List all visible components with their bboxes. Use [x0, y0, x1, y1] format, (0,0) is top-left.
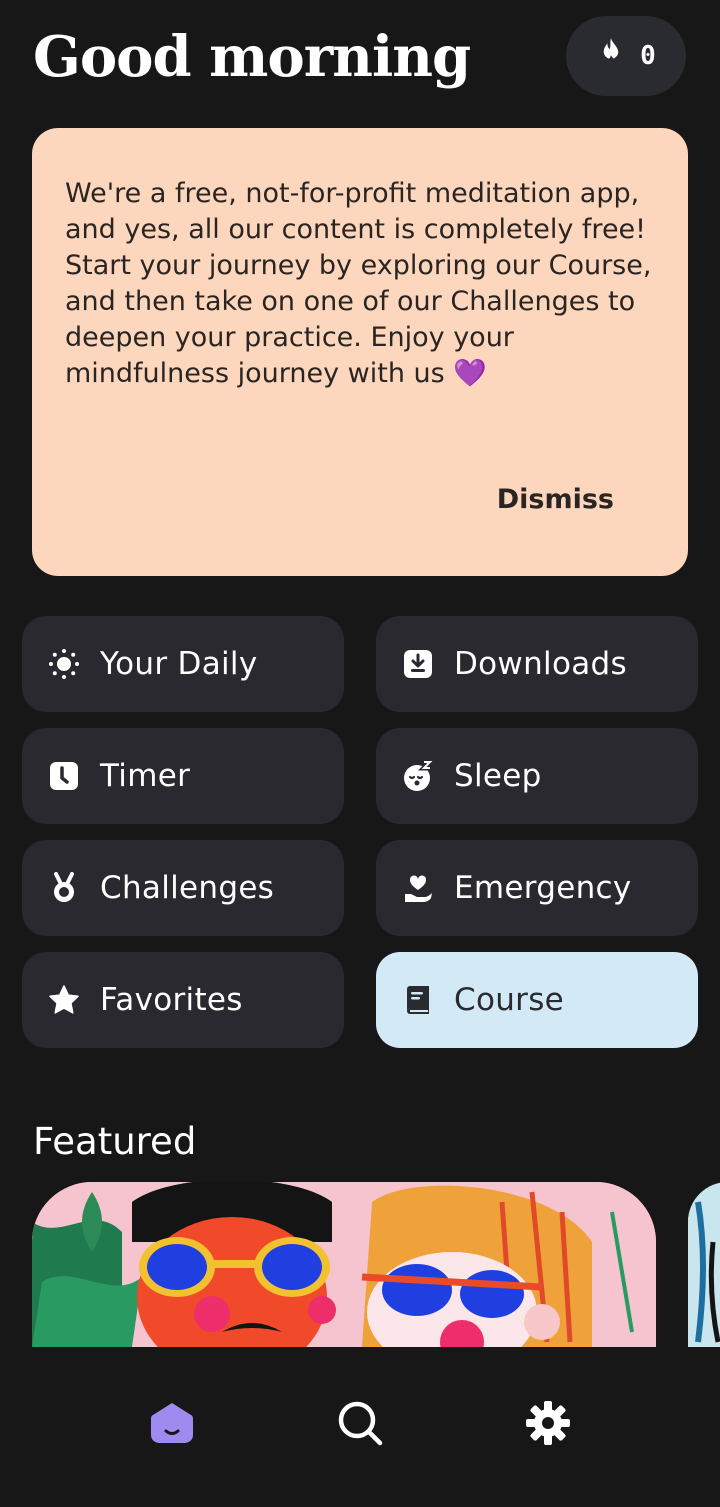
nav-search-button[interactable]	[330, 1395, 390, 1455]
featured-card-illustration	[32, 1182, 656, 1347]
notice-text: We're a free, not-for-profit meditation …	[65, 178, 652, 389]
sleep-icon	[402, 760, 434, 792]
tile-label: Challenges	[100, 870, 275, 906]
streak-count: 0	[640, 41, 656, 71]
tile-label: Timer	[100, 758, 191, 794]
tile-timer[interactable]: Timer	[22, 728, 344, 824]
streak-badge[interactable]: 0	[566, 16, 686, 96]
tile-emergency[interactable]: Emergency	[376, 840, 698, 936]
tile-challenges[interactable]: Challenges	[22, 840, 344, 936]
dismiss-button[interactable]: Dismiss	[497, 484, 614, 515]
tile-label: Course	[454, 982, 565, 1018]
tile-course[interactable]: Course	[376, 952, 698, 1048]
bottom-nav	[0, 1347, 720, 1507]
purple-heart-emoji: 💜	[453, 358, 487, 389]
nav-settings-button[interactable]	[518, 1395, 578, 1455]
sun-icon	[48, 648, 80, 680]
tile-label: Sleep	[454, 758, 542, 794]
featured-section-title: Featured	[33, 1120, 197, 1163]
star-icon	[48, 984, 80, 1016]
tile-label: Downloads	[454, 646, 627, 682]
home-screen: Good morning 0 We're a free, not-for-pro…	[0, 0, 720, 1507]
tile-downloads[interactable]: Downloads	[376, 616, 698, 712]
greeting-title: Good morning	[33, 24, 471, 90]
tile-label: Emergency	[454, 870, 632, 906]
welcome-notice-card: We're a free, not-for-profit meditation …	[32, 128, 688, 576]
tile-your-daily[interactable]: Your Daily	[22, 616, 344, 712]
featured-card-next-illustration	[688, 1182, 720, 1347]
medal-icon	[48, 872, 80, 904]
home-face-icon	[149, 1401, 195, 1449]
tile-label: Your Daily	[100, 646, 258, 682]
tile-sleep[interactable]: Sleep	[376, 728, 698, 824]
heart-hand-icon	[402, 872, 434, 904]
download-icon	[402, 648, 434, 680]
nav-home-button[interactable]	[142, 1395, 202, 1455]
search-icon	[337, 1400, 383, 1450]
notice-message: We're a free, not-for-profit meditation …	[65, 176, 665, 392]
timer-icon	[48, 760, 80, 792]
featured-card-next[interactable]	[688, 1182, 720, 1347]
tile-favorites[interactable]: Favorites	[22, 952, 344, 1048]
featured-card[interactable]	[32, 1182, 656, 1347]
flame-icon	[596, 37, 626, 75]
book-icon	[402, 984, 434, 1016]
tile-label: Favorites	[100, 982, 243, 1018]
gear-icon	[525, 1400, 571, 1450]
